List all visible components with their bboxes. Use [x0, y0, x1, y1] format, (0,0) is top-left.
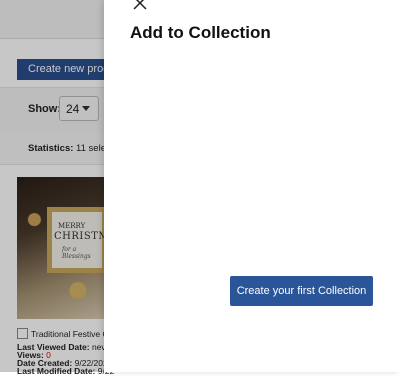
drawer-title: Add to Collection: [130, 23, 271, 42]
create-first-collection-button[interactable]: Create your first Collection: [230, 276, 373, 306]
close-icon[interactable]: [131, 0, 149, 12]
modal-backdrop[interactable]: [0, 0, 104, 372]
add-to-collection-drawer: Add to Collection Create your first Coll…: [104, 0, 400, 372]
